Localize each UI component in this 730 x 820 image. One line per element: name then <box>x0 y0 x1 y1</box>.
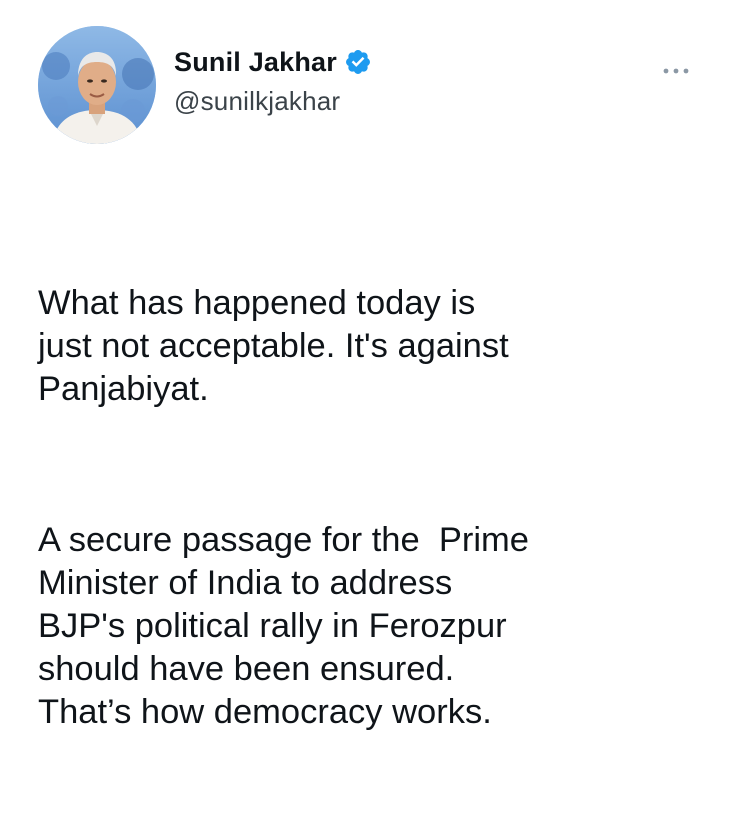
tweet-header: Sunil Jakhar @sunilkjakhar <box>38 26 698 146</box>
display-name[interactable]: Sunil Jakhar <box>174 47 337 78</box>
tweet-text: What has happened today is just not acce… <box>38 196 708 820</box>
verified-badge-icon <box>346 50 370 74</box>
tweet-paragraph: A secure passage for the Prime Minister … <box>38 521 529 731</box>
tweet-paragraph: What has happened today is just not acce… <box>38 284 509 408</box>
tweet-card: Sunil Jakhar @sunilkjakhar What has happ… <box>0 0 730 731</box>
display-name-row: Sunil Jakhar <box>174 44 372 80</box>
author-info: Sunil Jakhar @sunilkjakhar <box>174 44 372 117</box>
more-options-icon[interactable] <box>662 66 690 76</box>
avatar[interactable] <box>38 26 156 144</box>
author-handle[interactable]: @sunilkjakhar <box>174 86 372 117</box>
avatar-photo-icon <box>38 26 156 144</box>
